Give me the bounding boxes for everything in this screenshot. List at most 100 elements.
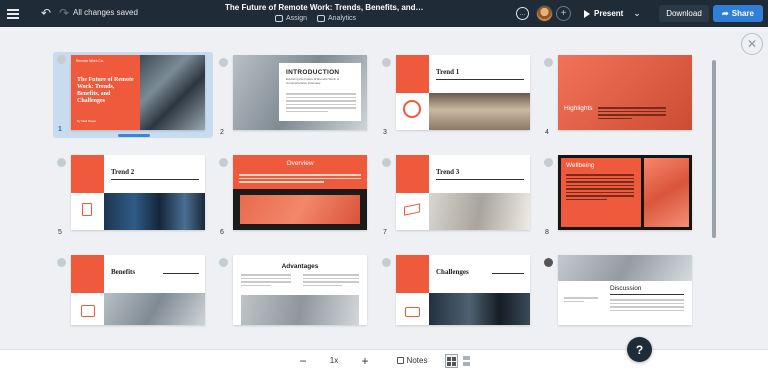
slide-accent-block <box>396 155 429 193</box>
slide-body-text-left <box>241 274 291 288</box>
undo-icon[interactable]: ↶ <box>40 6 52 20</box>
slide-number: 8 <box>545 229 549 236</box>
slide-title: The Future of Remote Work: Trends, Benef… <box>77 77 134 104</box>
slide-body-text-right <box>303 274 359 288</box>
share-button[interactable]: ➦ Share <box>713 5 763 22</box>
hamburger-menu-icon[interactable] <box>6 6 20 20</box>
slide-number: 7 <box>383 229 387 236</box>
slide-preview: Discussion <box>558 255 692 325</box>
zoom-in-button[interactable]: + <box>359 350 371 370</box>
assign-label: Assign <box>286 15 308 22</box>
slide-title: Discussion <box>610 285 642 292</box>
bottom-toolbar: − 1x + Notes <box>0 349 768 370</box>
avatar[interactable] <box>536 5 553 22</box>
slide-title: Trend 1 <box>436 68 460 76</box>
slide-preview: INTRODUCTION Exploring the Future of Rem… <box>233 55 367 130</box>
slide-title: Highlights <box>564 105 593 112</box>
slide-preview: Benefits <box>71 255 205 325</box>
notes-button[interactable]: Notes <box>394 350 430 370</box>
slide-thumbnail-6[interactable]: Overview 6 <box>215 155 375 241</box>
share-icon: ➦ <box>722 9 729 18</box>
slide-accent-block <box>396 255 429 293</box>
slide-thumbnail-11[interactable]: Challenges <box>378 255 538 341</box>
present-button[interactable]: Present <box>579 5 628 22</box>
slide-select-toggle[interactable] <box>57 158 66 167</box>
assign-icon <box>275 15 283 22</box>
slide-subtitle: Exploring the Future of Remote Work: A C… <box>286 77 339 85</box>
slide-divider <box>492 273 524 274</box>
slide-select-toggle[interactable] <box>219 158 228 167</box>
save-status: All changes saved <box>73 8 138 17</box>
slide-select-toggle[interactable] <box>57 55 66 64</box>
slide-select-toggle[interactable] <box>57 258 66 267</box>
zoom-out-button[interactable]: − <box>297 350 309 370</box>
document-title[interactable]: The Future of Remote Work: Trends, Benef… <box>225 3 425 12</box>
close-icon[interactable]: ✕ <box>741 33 763 55</box>
slide-brand: Remote Work Co. <box>76 59 104 63</box>
slide-number: 3 <box>383 129 387 136</box>
chevron-down-icon[interactable]: ⌄ <box>630 6 644 20</box>
analytics-label: Analytics <box>328 15 357 22</box>
settings-icon[interactable] <box>544 258 553 267</box>
slide-divider <box>111 179 199 180</box>
slide-thumbnail-5[interactable]: Trend 2 5 <box>53 155 213 241</box>
slide-thumbnail-1[interactable]: Remote Work Co. The Future of Remote Wor… <box>53 52 213 138</box>
slide-photo <box>429 293 530 325</box>
slide-preview: Wellbeing <box>558 155 692 230</box>
slide-select-toggle[interactable] <box>219 258 228 267</box>
target-icon <box>403 100 421 118</box>
slide-title: Trend 3 <box>436 168 460 176</box>
slide-divider <box>163 273 199 274</box>
slide-select-toggle[interactable] <box>382 158 391 167</box>
slide-thumbnail-2[interactable]: INTRODUCTION Exploring the Future of Rem… <box>215 55 375 141</box>
slide-photo <box>240 195 360 224</box>
help-button[interactable]: ? <box>627 337 652 362</box>
share-label: Share <box>731 9 754 18</box>
add-collaborator-icon[interactable]: + <box>556 6 571 21</box>
redo-icon[interactable]: ↷ <box>58 6 70 20</box>
slide-photo <box>429 93 530 130</box>
slide-select-toggle[interactable] <box>544 58 553 67</box>
analytics-button[interactable]: Analytics <box>317 15 356 22</box>
slide-thumbnail-7[interactable]: Trend 3 7 <box>378 155 538 241</box>
slide-photo <box>558 255 692 281</box>
inbox-icon <box>405 307 420 317</box>
slide-thumbnail-4[interactable]: Highlights 4 <box>540 55 700 141</box>
analytics-icon <box>317 15 326 22</box>
slide-thumbnail-10[interactable]: Advantages <box>215 255 375 341</box>
grid-view-icon[interactable] <box>445 354 458 368</box>
present-label: Present <box>594 9 624 18</box>
slide-body-text <box>598 107 666 121</box>
slide-accent-block <box>396 55 429 93</box>
slide-select-toggle[interactable] <box>544 158 553 167</box>
slide-number: 4 <box>545 129 549 136</box>
slide-body-text <box>286 93 356 114</box>
slide-select-toggle[interactable] <box>382 258 391 267</box>
slide-preview: Advantages <box>233 255 367 325</box>
slide-text-card: INTRODUCTION Exploring the Future of Rem… <box>279 63 361 121</box>
top-bar: ↶ ↷ All changes saved The Future of Remo… <box>0 0 768 27</box>
slide-thumbnail-3[interactable]: Trend 1 3 <box>378 55 538 141</box>
slide-number: 5 <box>58 229 62 236</box>
slide-thumbnail-8[interactable]: Wellbeing 8 <box>540 155 700 241</box>
active-slide-indicator <box>118 134 150 137</box>
slide-thumbnail-12[interactable]: Discussion <box>540 255 700 341</box>
download-button[interactable]: Download <box>659 5 709 22</box>
document-icon <box>82 203 92 216</box>
assign-button[interactable]: Assign <box>275 15 307 22</box>
slide-accent-block <box>71 255 104 293</box>
layers-icon <box>404 203 420 216</box>
scrollbar[interactable] <box>712 60 716 238</box>
calendar-icon <box>81 305 95 317</box>
slide-preview: Trend 2 <box>71 155 205 230</box>
comment-icon[interactable]: … <box>516 7 529 20</box>
notes-label: Notes <box>406 356 428 365</box>
slide-select-toggle[interactable] <box>219 58 228 67</box>
slide-select-toggle[interactable] <box>382 58 391 67</box>
zoom-level[interactable]: 1x <box>327 350 341 370</box>
slide-preview: Remote Work Co. The Future of Remote Wor… <box>71 55 205 130</box>
list-view-icon[interactable] <box>460 354 473 368</box>
slide-preview: Challenges <box>396 255 530 325</box>
slide-thumbnail-9[interactable]: Benefits <box>53 255 213 341</box>
play-icon <box>584 9 590 18</box>
